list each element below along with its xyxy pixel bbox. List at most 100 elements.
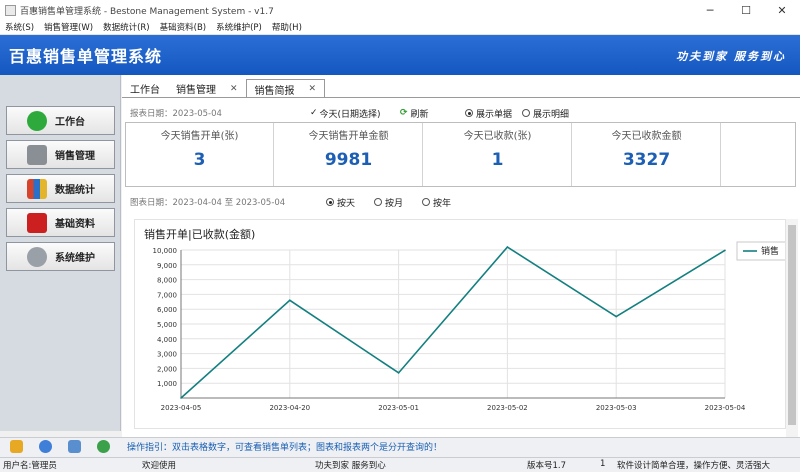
tab-sales[interactable]: 销售管理 ✕ <box>168 79 246 98</box>
checkmark-icon <box>27 110 47 131</box>
vertical-scrollbar[interactable] <box>786 219 798 437</box>
menu-help[interactable]: 帮助(H) <box>267 21 307 33</box>
chart-title: 销售开单|已收款(金额) <box>144 227 255 241</box>
legend-label: 销售 <box>761 245 779 257</box>
by-day-radio[interactable]: 按天 <box>326 196 374 209</box>
status-version: 版本号1.7 <box>527 461 567 471</box>
view-summary-label: 展示单据 <box>476 109 513 120</box>
x-tick-label: 2023-04-05 <box>161 404 202 412</box>
refresh-label: 刷新 <box>410 109 429 120</box>
tab-label: 销售简报 <box>254 85 295 97</box>
add-icon[interactable] <box>97 440 110 453</box>
stat-label: 今天已收款金额 <box>611 131 682 142</box>
status-count: 1 <box>600 459 606 469</box>
checkmark-icon: ✓ <box>310 108 318 118</box>
radio-selected-icon <box>326 198 334 206</box>
books-icon <box>27 178 47 199</box>
by-month-radio[interactable]: 按月 <box>374 196 422 209</box>
y-tick-label: 7,000 <box>157 291 177 299</box>
sidebar-item-label: 数据统计 <box>55 185 95 196</box>
x-tick-label: 2023-05-01 <box>378 404 419 412</box>
stat-received-amount[interactable]: 今天已收款金额 3327 <box>573 123 721 186</box>
y-tick-label: 10,000 <box>153 247 178 255</box>
menu-maintenance[interactable]: 系统维护(P) <box>211 21 267 33</box>
menu-bar: 系统(S) 销售管理(W) 数据统计(R) 基础资料(B) 系统维护(P) 帮助… <box>0 20 800 35</box>
header-banner: 百惠销售单管理系统 功夫到家 服务到心 <box>0 35 800 75</box>
menu-system[interactable]: 系统(S) <box>0 21 39 33</box>
by-year-radio[interactable]: 按年 <box>422 196 451 209</box>
sidebar-item-label: 工作台 <box>55 117 85 128</box>
stat-value: 3327 <box>622 150 671 170</box>
window-title: 百惠销售单管理系统 - Bestone Management System - … <box>20 6 274 17</box>
x-tick-label: 2023-05-02 <box>487 404 528 412</box>
stat-value: 3 <box>193 150 206 170</box>
refresh-button[interactable]: ⟳ 刷新 <box>400 107 465 120</box>
stat-orders-count[interactable]: 今天销售开单(张) 3 <box>126 123 274 186</box>
chart-toolbar: 图表日期：2023-04-04 至 2023-05-04 按天 按月 按年 <box>130 195 790 209</box>
by-day-label: 按天 <box>337 198 356 209</box>
folder-icon[interactable] <box>10 440 23 453</box>
y-tick-label: 4,000 <box>157 336 177 344</box>
tab-label: 销售管理 <box>176 85 216 96</box>
today-option-label: 今天(日期选择) <box>319 109 381 120</box>
tab-strip: 工作台 销售管理 ✕ 销售简报 ✕ <box>122 79 326 98</box>
today-checkbox[interactable]: ✓ 今天(日期选择) <box>310 107 400 120</box>
tab-close-icon[interactable]: ✕ <box>309 84 317 94</box>
menu-basic-data[interactable]: 基础资料(B) <box>155 21 211 33</box>
view-detail-radio[interactable]: 展示明细 <box>522 107 569 120</box>
stat-received-count[interactable]: 今天已收款(张) 1 <box>424 123 572 186</box>
stat-value: 9981 <box>324 150 373 170</box>
status-user: 用户名:管理员 <box>3 461 57 471</box>
status-welcome: 欢迎使用 <box>142 461 177 471</box>
quick-tools <box>10 440 126 453</box>
stat-label: 今天已收款(张) <box>463 131 532 142</box>
sidebar-item-workbench[interactable]: 工作台 <box>6 106 115 135</box>
sidebar-item-label: 基础资料 <box>55 219 95 230</box>
footer: 操作指引：双击表格数字，可查看销售单列表；图表和报表两个是分开查询的！ 用户名:… <box>0 437 800 471</box>
view-detail-label: 展示明细 <box>533 109 570 120</box>
tab-workbench[interactable]: 工作台 <box>122 79 168 98</box>
sidebar-item-statistics[interactable]: 数据统计 <box>6 174 115 203</box>
radio-icon <box>422 198 430 206</box>
app-title: 百惠销售单管理系统 <box>9 47 163 66</box>
status-message: 软件设计简单合理，操作方便、灵活强大 <box>617 461 771 471</box>
chart-svg: 销售开单|已收款(金额) 1,000 2,000 3,000 4,000 5,000 6,0… <box>144 227 798 412</box>
sidebar-item-basic-data[interactable]: 基础资料 <box>6 208 115 237</box>
operation-tip: 操作指引：双击表格数字，可查看销售单列表；图表和报表两个是分开查询的！ <box>127 443 443 453</box>
y-tick-label: 5,000 <box>157 321 177 329</box>
sidebar-item-sales[interactable]: 销售管理 <box>6 140 115 169</box>
menu-statistics[interactable]: 数据统计(R) <box>98 21 155 33</box>
today-stats: 今天销售开单(张) 3 今天销售开单金额 9981 今天已收款(张) 1 今天已… <box>125 122 796 187</box>
red-book-icon <box>27 212 47 233</box>
minimize-button[interactable]: ─ <box>692 0 728 20</box>
main-panel: 工作台 销售管理 ✕ 销售简报 ✕ 报表日期：2023-05-04 ✓ 今天(日… <box>122 75 800 437</box>
close-button[interactable]: ✕ <box>764 0 800 20</box>
view-summary-radio[interactable]: 展示单据 <box>465 107 522 120</box>
y-tick-label: 2,000 <box>157 365 177 373</box>
maximize-button[interactable]: ☐ <box>728 0 764 20</box>
slogan: 功夫到家 服务到心 <box>676 50 786 63</box>
data-point <box>724 249 726 252</box>
report-date: 报表日期：2023-05-04 <box>130 109 222 119</box>
status-bar: 用户名:管理员 欢迎使用 功夫到家 服务到心 版本号1.7 1 软件设计简单合理… <box>0 457 800 472</box>
info-icon[interactable] <box>39 440 52 453</box>
series-line <box>180 245 726 399</box>
radio-selected-icon <box>465 109 473 117</box>
window-icon[interactable] <box>68 440 81 453</box>
menu-sales[interactable]: 销售管理(W) <box>39 21 98 33</box>
scrollbar-thumb[interactable] <box>788 225 796 425</box>
stat-label: 今天销售开单(张) <box>160 131 239 142</box>
chart-date-range: 图表日期：2023-04-04 至 2023-05-04 <box>130 198 286 208</box>
y-tick-label: 3,000 <box>157 351 177 359</box>
y-tick-label: 6,000 <box>157 306 177 314</box>
data-point <box>289 299 291 302</box>
tab-divider <box>122 97 800 98</box>
report-toolbar: 报表日期：2023-05-04 ✓ 今天(日期选择) ⟳ 刷新 展示单据 展示明… <box>130 106 790 120</box>
tab-close-icon[interactable]: ✕ <box>230 84 238 94</box>
gear-icon <box>27 246 47 267</box>
tab-sales-brief[interactable]: 销售简报 ✕ <box>245 79 326 98</box>
refresh-icon: ⟳ <box>400 108 408 118</box>
sidebar-item-maintenance[interactable]: 系统维护 <box>6 242 115 271</box>
y-tick-label: 8,000 <box>157 277 177 285</box>
stat-orders-amount[interactable]: 今天销售开单金额 9981 <box>275 123 423 186</box>
